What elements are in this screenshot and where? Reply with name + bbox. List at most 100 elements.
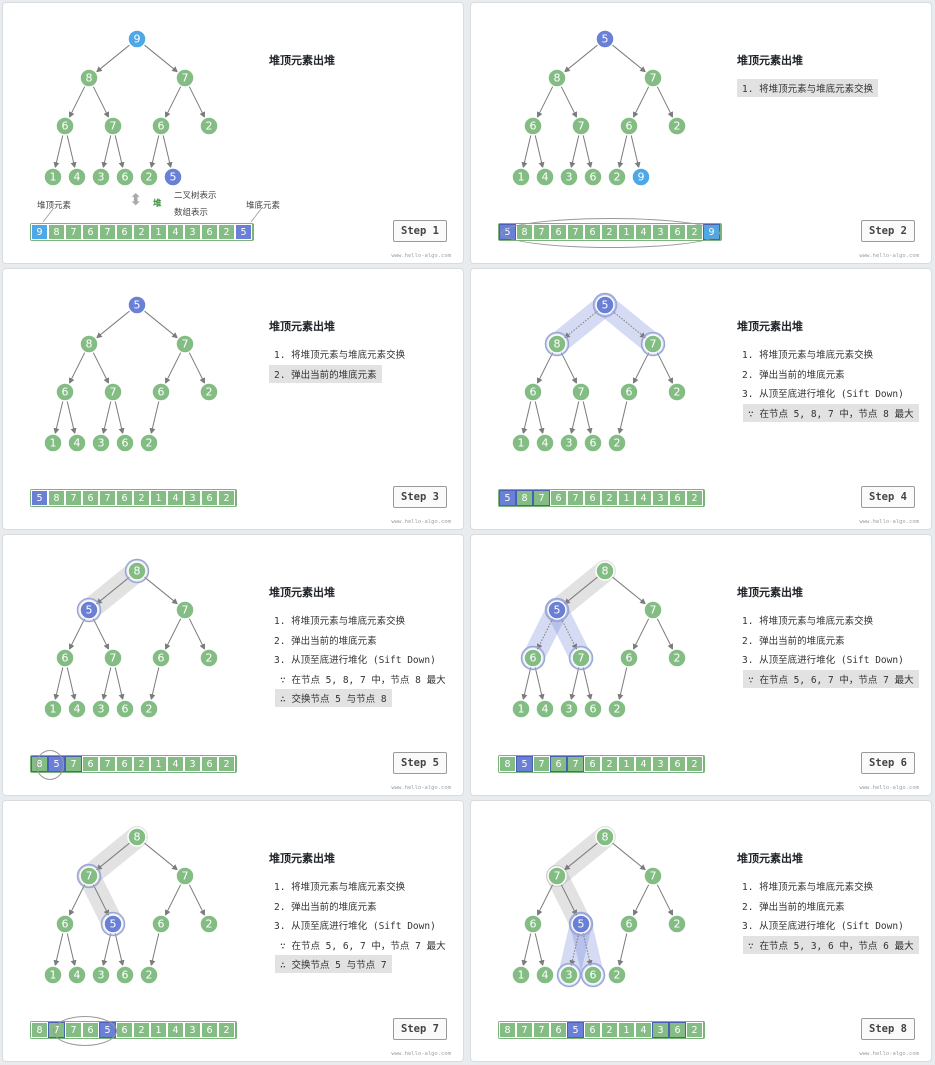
array-cell: 4 [167,490,184,506]
array-cell: 1 [618,490,635,506]
tree-edge [188,617,205,650]
step-button[interactable]: Step 5 [393,752,447,774]
step-button[interactable]: Step 6 [861,752,915,774]
step-button[interactable]: Step 2 [861,220,915,242]
tree-node-label: 8 [86,72,93,85]
step-title: 堆顶元素出堆 [737,587,803,599]
tree-node-label: 7 [86,870,93,883]
step-panel-8: 8 7 7 6 5 6 2 1 4 3 6 2 堆顶元素出堆 1. 将堆顶元素与堆底元素交换 2. 弹出当前… [470,800,932,1062]
array-cell: 6 [550,1022,567,1038]
tree-edge [521,932,532,967]
array-cell: 1 [150,490,167,506]
array-cell: 6 [201,224,218,240]
tree-node-label: 8 [134,565,141,578]
tree-node-label: 5 [602,299,609,312]
tree-edge [114,932,125,967]
step-panel-7: 8 7 7 6 5 6 2 1 4 3 6 2 堆顶元素出堆 1. 将堆顶元素与堆底元素交换 2. 弹出当前… [2,800,464,1062]
array-cell: 4 [167,756,184,772]
array-cell: 2 [686,1022,703,1038]
tree-edge [101,400,112,435]
tree-edge [92,85,109,118]
tree-node-label: 5 [134,299,141,312]
array-cell: 4 [635,756,652,772]
step-note: 1. 将堆顶元素与堆底元素交换 [274,350,406,361]
tree-edge [143,576,179,605]
tree-node-label: 6 [626,652,633,665]
array-cell: 6 [584,490,601,506]
legend-array: 数组表示 [174,207,209,217]
tree-edge [656,883,673,916]
tree-node-label: 3 [566,171,573,184]
tree-edge [66,666,77,701]
tree-edge [149,932,160,967]
array-cell: 6 [201,1022,218,1038]
tree-edge [656,351,673,384]
tree-node-label: 7 [182,870,189,883]
tree-node-label: 5 [578,918,585,931]
tree-node-label: 1 [50,437,57,450]
tree-node-label: 2 [674,386,681,399]
step-note: ∴ 交换节点 5 与节点 8 [275,689,392,707]
tree-edge [92,617,109,650]
array-cell: 8 [516,490,533,506]
step-title: 堆顶元素出堆 [269,321,335,333]
array-cell: 6 [669,1022,686,1038]
tree-node-label: 1 [518,171,525,184]
tree-node-label: 1 [50,171,57,184]
array-cell: 7 [99,756,116,772]
tree-edge [534,932,545,967]
step-button[interactable]: Step 1 [393,220,447,242]
array-cell: 4 [635,490,652,506]
step-title: 堆顶元素出堆 [269,55,335,67]
tree-edge [560,85,577,118]
tree-edge [143,842,179,871]
step-note: 2. 弹出当前的堆底元素 [274,901,377,913]
array-cell: 1 [150,224,167,240]
tree-edge [143,310,179,339]
tree-node-label: 6 [158,918,165,931]
tree-edge [66,932,77,967]
step-button[interactable]: Step 7 [393,1018,447,1040]
step-button[interactable]: Step 8 [861,1018,915,1040]
watermark: www.hello-algo.com [391,253,451,259]
tree-node-label: 3 [566,969,573,982]
tree-node-label: 4 [542,703,549,716]
array-cell: 8 [499,1022,516,1038]
tree-node-label: 6 [122,969,129,982]
tree-edge [563,44,599,73]
step-note: 1. 将堆顶元素与堆底元素交换 [737,79,879,97]
step-note: ∴ 交换节点 5 与节点 7 [275,955,392,973]
step-button[interactable]: Step 3 [393,486,447,508]
tree-edge [521,666,532,701]
array-cell: 7 [65,224,82,240]
tree-node-label: 6 [158,120,165,133]
tree-edge [69,351,86,384]
tree-edge [149,134,160,169]
tree-node-label: 2 [146,171,153,184]
tree-edge [92,351,109,384]
step-note: 2. 弹出当前的堆底元素 [269,364,382,383]
tree-node-label: 7 [182,604,189,617]
tree-node-label: 4 [74,969,81,982]
array-cell: 2 [218,224,235,240]
step-button[interactable]: Step 4 [861,486,915,508]
array-cell: 2 [133,224,150,240]
swap-ellipse [53,1016,117,1046]
tree-node-label: 7 [650,870,657,883]
array-cell: 6 [116,756,133,772]
step-panel-4: 5 8 7 6 7 6 2 1 4 3 6 2 堆顶元素出堆 1. 将堆顶元素与堆底元素交换 2. 弹出当前… [470,268,932,530]
tree-edge [633,883,650,916]
tree-node-label: 2 [206,386,213,399]
array-cell: 7 [533,1022,550,1038]
tree-edge [53,932,64,967]
tree-node-label: 1 [50,703,57,716]
step-note: 3. 从顶至底进行堆化 (Sift Down) [742,921,904,932]
tree-node-label: 3 [98,171,105,184]
array-cell: 6 [82,756,99,772]
legend-tree: 二叉树表示 [174,190,217,200]
tree-node-label: 2 [614,171,621,184]
array-cell: 8 [48,224,65,240]
array-cell: 2 [601,756,618,772]
tree-node-label: 6 [626,386,633,399]
array-cell: 7 [533,490,550,506]
